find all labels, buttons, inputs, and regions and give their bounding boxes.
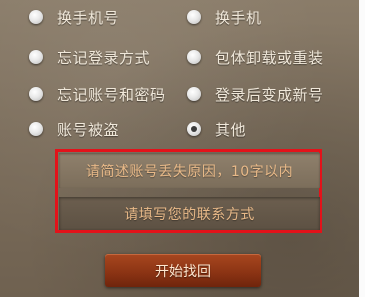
option-label: 其他: [215, 120, 247, 139]
contact-placeholder: 请填写您的联系方式: [124, 206, 255, 223]
radio-icon[interactable]: [29, 10, 43, 24]
contact-input[interactable]: 请填写您的联系方式: [59, 197, 320, 230]
option-forgot-account-password[interactable]: 忘记账号和密码: [29, 81, 166, 107]
radio-icon[interactable]: [29, 50, 43, 64]
option-label: 登录后变成新号: [215, 85, 324, 104]
reason-placeholder: 请简述账号丢失原因，10字以内: [85, 163, 294, 180]
option-label: 忘记账号和密码: [57, 85, 166, 104]
start-recovery-button[interactable]: 开始找回: [105, 254, 261, 287]
radio-icon[interactable]: [187, 10, 201, 24]
recovery-panel: 换手机号 换手机 忘记登录方式 包体卸载或重装 忘记账号和密码 登录后变成新号 …: [0, 0, 365, 297]
option-label: 换手机: [215, 8, 262, 27]
option-new-account-after-login[interactable]: 登录后变成新号: [187, 81, 324, 107]
option-label: 换手机号: [57, 8, 120, 27]
option-label: 包体卸载或重装: [215, 48, 324, 67]
option-other[interactable]: 其他: [187, 116, 246, 142]
option-change-phone-number[interactable]: 换手机号: [29, 4, 119, 30]
option-label: 忘记登录方式: [57, 48, 151, 67]
reason-input[interactable]: 请简述账号丢失原因，10字以内: [59, 153, 320, 188]
radio-icon[interactable]: [187, 87, 201, 101]
radio-icon[interactable]: [29, 87, 43, 101]
option-label: 账号被盗: [57, 120, 120, 139]
radio-icon[interactable]: [187, 50, 201, 64]
option-change-phone[interactable]: 换手机: [187, 4, 262, 30]
option-account-stolen[interactable]: 账号被盗: [29, 116, 119, 142]
option-reinstalled-package[interactable]: 包体卸载或重装: [187, 44, 324, 70]
radio-checked-icon[interactable]: [187, 122, 201, 136]
option-forgot-login-method[interactable]: 忘记登录方式: [29, 44, 150, 70]
start-recovery-label: 开始找回: [155, 263, 211, 280]
radio-icon[interactable]: [29, 122, 43, 136]
